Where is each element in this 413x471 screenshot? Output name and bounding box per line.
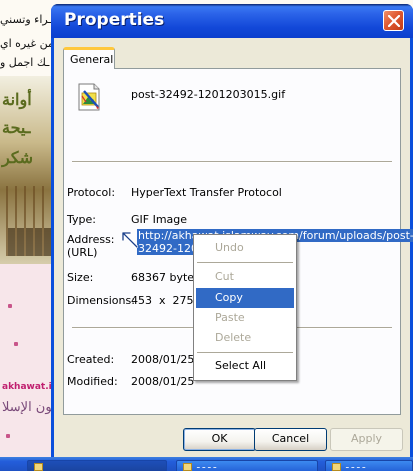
taskbar-button[interactable]: [27, 460, 167, 471]
tab-general-label: General: [70, 53, 114, 66]
protocol-value: HyperText Transfer Protocol: [131, 186, 282, 199]
context-menu: Undo Cut Copy Paste Delete Select All: [193, 234, 297, 381]
menu-separator: [197, 352, 293, 353]
taskbar-button-label: ـ ـ ـ ـ: [197, 461, 217, 471]
tab-general[interactable]: General: [63, 47, 115, 69]
background-script-text: ـون الإسلا: [2, 400, 56, 415]
taskbar-button-label: ـ ـ ـ ـ: [346, 461, 366, 471]
menu-item-copy[interactable]: Copy: [196, 288, 294, 308]
protocol-label: Protocol:: [67, 186, 116, 199]
cancel-button[interactable]: Cancel: [254, 428, 327, 451]
decorative-dot: [8, 304, 12, 308]
browser-icon: [183, 463, 192, 471]
taskbar-button[interactable]: ـ ـ ـ ـ: [325, 460, 413, 471]
menu-item-delete[interactable]: Delete: [196, 328, 294, 348]
banner-arabic-text: أوانة: [2, 90, 32, 109]
address-label-line: Address:: [67, 233, 115, 246]
menu-item-select-all[interactable]: Select All: [196, 356, 294, 376]
menu-item-cut[interactable]: Cut: [196, 267, 294, 287]
taskbar-button[interactable]: ـ ـ ـ ـ: [176, 460, 318, 471]
ok-button[interactable]: OK: [183, 428, 256, 451]
decorative-dot: [14, 342, 18, 346]
dimensions-value: 453 x 275: [131, 294, 194, 307]
close-button[interactable]: [383, 10, 404, 31]
type-label: Type:: [67, 213, 96, 226]
menu-item-undo[interactable]: Undo: [196, 238, 294, 258]
apply-button[interactable]: Apply: [330, 428, 403, 451]
created-label: Created:: [67, 353, 115, 366]
title-bar[interactable]: Properties: [51, 4, 413, 38]
dimensions-label: Dimensions:: [67, 294, 135, 307]
address-label-line: (URL): [67, 246, 98, 259]
created-value: 2008/01/25: [131, 353, 195, 366]
mouse-cursor-icon: [122, 231, 138, 248]
type-value: GIF Image: [131, 213, 188, 226]
ship-illustration: [6, 186, 56, 256]
separator: [72, 161, 392, 163]
close-icon: [388, 15, 400, 27]
modified-label: Modified:: [67, 375, 118, 388]
banner-arabic-text: ـيحة: [2, 118, 31, 137]
size-value: 68367 bytes: [131, 271, 200, 284]
window-icon: [34, 463, 43, 471]
banner-arabic-text: شكر: [2, 148, 34, 167]
decorative-dot: [6, 434, 10, 438]
menu-separator: [197, 262, 293, 263]
dialog-title: Properties: [64, 10, 165, 30]
folder-icon: [332, 463, 341, 471]
taskbar: ـ ـ ـ ـ ـ ـ ـ ـ: [0, 457, 413, 471]
gif-image-icon: [78, 83, 100, 111]
file-name: post-32492-1201203015.gif: [131, 88, 286, 101]
modified-value: 2008/01/25: [131, 375, 195, 388]
address-label: Address: (URL): [67, 233, 115, 259]
size-label: Size:: [67, 271, 94, 284]
menu-item-paste[interactable]: Paste: [196, 308, 294, 328]
